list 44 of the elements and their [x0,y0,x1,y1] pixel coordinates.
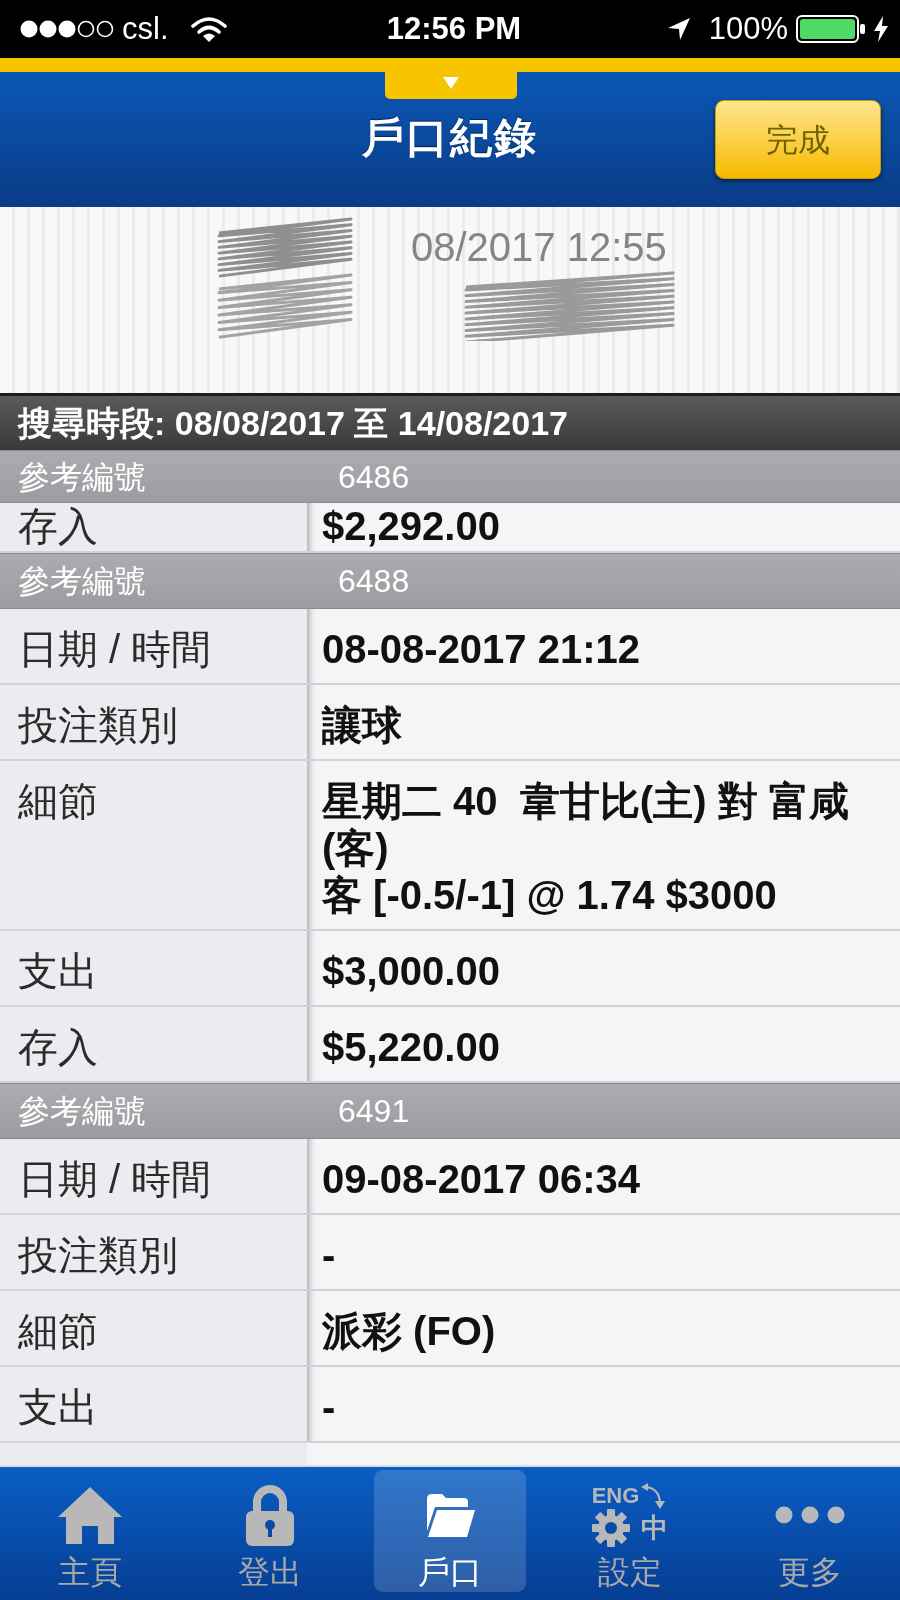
more-icon [775,1506,845,1524]
gear-icon [591,1509,630,1547]
chinese-text: 中 [641,1513,669,1543]
field-label: 存入 [0,503,307,553]
carrier-name: csl. [122,9,169,48]
tab[interactable]: 主頁 [14,1470,166,1592]
padlock-icon [246,1484,294,1546]
tab[interactable]: 戶口 [374,1470,526,1592]
field-value: $5,220.00 [307,1007,900,1083]
search-period-bar: 搜尋時段: 08/08/2017 至 14/08/2017 [0,393,900,450]
field-value: $3,000.00 [307,931,900,1007]
reference-number: 6486 [338,457,410,497]
field-value: 08-08-2017 21:12 [307,609,900,685]
reference-number: 6491 [338,1092,410,1131]
reference-label: 參考編號 [18,457,147,497]
field-value: - [307,1215,900,1291]
location-arrow-icon [666,17,691,41]
receipt-text: 08/2017 12:55 [411,225,667,269]
tab[interactable]: 登出 [194,1470,346,1592]
page-title: 戶口紀錄 [362,113,538,163]
caret-icon [443,77,459,89]
charging-bolt-icon [874,16,888,42]
signal-icon [20,19,114,39]
home-icon [58,1486,122,1544]
folder-icon [424,1491,476,1539]
reference-label: 參考編號 [18,1092,147,1131]
field-value: 派彩 (FO) [307,1291,900,1367]
pull-down-tab[interactable] [385,72,517,99]
swap-arrow-icon [641,1483,666,1509]
reference-number: 6488 [338,562,410,601]
field-value: 09-08-2017 06:34 [307,1139,900,1215]
battery-percent: 100% [708,9,788,48]
wifi-icon [190,15,227,43]
field-value: $2,292.00 [307,503,900,553]
battery-icon [796,15,866,43]
done-button[interactable]: 完成 [715,100,881,179]
eng-text: ENG [591,1485,640,1507]
field-value: 星期二 40 韋甘比(主) 對 富咸 (客) 客 [-0.5/-1] @ 1.74 $3000 [307,761,900,931]
tab[interactable]: ENG 中 設定 [554,1470,706,1592]
reference-label: 參考編號 [18,562,147,601]
clock-time: 12:56 PM [386,9,522,48]
field-value: 讓球 [307,685,900,761]
field-value: - [307,1367,900,1443]
tab[interactable]: 更多 [734,1470,886,1592]
